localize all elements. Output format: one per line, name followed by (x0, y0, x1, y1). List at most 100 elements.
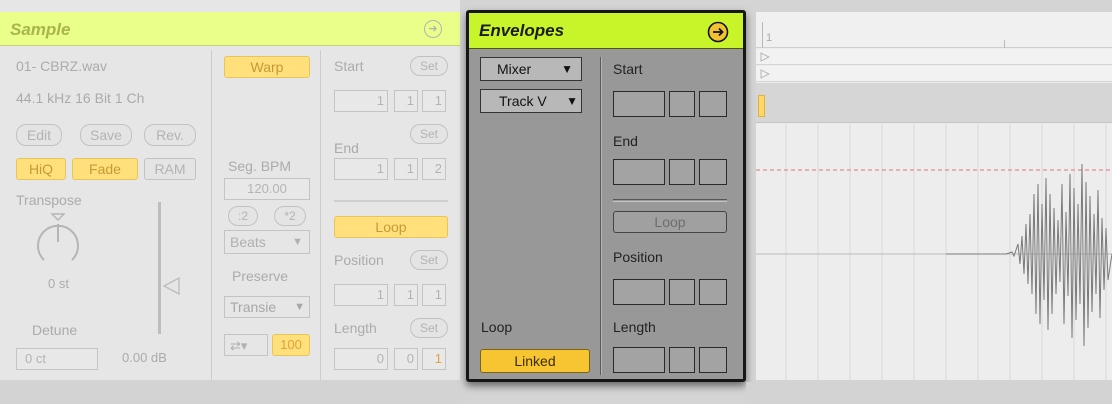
ruler-marker: 1 (766, 32, 773, 44)
double-tempo-button[interactable]: *2 (274, 206, 306, 226)
detune-label: Detune (32, 322, 78, 338)
save-button[interactable]: Save (80, 124, 132, 146)
sample-fileinfo: 44.1 kHz 16 Bit 1 Ch (16, 90, 145, 106)
envelope-start-label: Start (613, 61, 643, 77)
loop-marker-strip[interactable] (756, 66, 1112, 82)
hiq-button[interactable]: HiQ (16, 158, 66, 180)
ruler-tick (1004, 40, 1005, 48)
loop-brace-handle[interactable] (758, 95, 765, 117)
length-bar-field[interactable]: 0 (334, 348, 388, 370)
clip-ruler[interactable]: 1 (756, 12, 1112, 48)
sample-loop-divider (334, 200, 448, 202)
fade-button[interactable]: Fade (72, 158, 138, 180)
envelope-position-label: Position (613, 249, 663, 265)
end-beat-field[interactable]: 1 (394, 158, 418, 180)
rev-button[interactable]: Rev. (144, 124, 196, 146)
sample-bottom-bar (0, 380, 460, 404)
edit-button[interactable]: Edit (16, 124, 62, 146)
end-sixteenth-field[interactable]: 2 (422, 158, 446, 180)
chevron-down-icon: ▼ (294, 301, 305, 313)
envelope-start-bar-field[interactable] (613, 91, 665, 117)
envelopes-header-arrow-icon[interactable] (707, 21, 729, 43)
envelope-start-sixteenth-field[interactable] (699, 91, 727, 117)
sample-header-arrow-icon[interactable]: ➜ (424, 20, 442, 38)
loop-marker-icon[interactable] (760, 69, 770, 79)
envelope-length-label: Length (613, 319, 656, 335)
envelope-length-bar-field[interactable] (613, 347, 665, 373)
warp-button[interactable]: Warp (224, 56, 310, 78)
device-chooser-value: Mixer (497, 61, 532, 77)
loop-mode-dropdown[interactable]: ⇄▾ (224, 334, 268, 356)
detune-field[interactable]: 0 ct (16, 348, 98, 370)
volume-slider-track[interactable] (158, 202, 161, 334)
linked-button[interactable]: Linked (480, 349, 590, 373)
waveform-display[interactable] (756, 124, 1112, 380)
start-marker-strip[interactable] (756, 49, 1112, 65)
envelope-end-beat-field[interactable] (669, 159, 695, 185)
transient-envelope-field[interactable]: 100 (272, 334, 310, 356)
position-sixteenth-field[interactable]: 1 (422, 284, 446, 306)
envelope-start-beat-field[interactable] (669, 91, 695, 117)
seg-bpm-value: 120.00 (247, 181, 287, 196)
transpose-knob[interactable] (30, 210, 86, 270)
sample-divider-2 (320, 50, 321, 380)
control-chooser-dropdown[interactable]: Track V ▼ (480, 89, 582, 113)
envelope-position-bar-field[interactable] (613, 279, 665, 305)
start-beat-field[interactable]: 1 (394, 90, 418, 112)
start-label: Start (334, 58, 364, 74)
end-bar-field[interactable]: 1 (334, 158, 388, 180)
length-sixteenth-field[interactable]: 1 (422, 348, 446, 370)
control-chooser-value: Track V (499, 93, 547, 109)
start-set-button[interactable]: Set (410, 56, 448, 76)
detune-value: 0 ct (25, 351, 46, 366)
start-sixteenth-field[interactable]: 1 (422, 90, 446, 112)
start-marker-icon[interactable] (760, 52, 770, 62)
envelope-length-sixteenth-field[interactable] (699, 347, 727, 373)
length-set-button[interactable]: Set (410, 318, 448, 338)
envelopes-divider (600, 57, 602, 375)
loop-mode-icon: ⇄▾ (230, 338, 248, 353)
sample-filename: 01- CBRZ.wav (16, 58, 108, 74)
sample-header[interactable]: Sample (0, 12, 460, 46)
device-chooser-dropdown[interactable]: Mixer ▼ (480, 57, 582, 81)
envelopes-title: Envelopes (479, 21, 565, 40)
envelope-end-sixteenth-field[interactable] (699, 159, 727, 185)
preserve-dropdown[interactable]: Transie ▼ (224, 296, 310, 318)
length-beat-field[interactable]: 0 (394, 348, 418, 370)
sample-panel: Sample ➜ 01- CBRZ.wav 44.1 kHz 16 Bit 1 … (0, 0, 460, 404)
sample-title: Sample (10, 20, 71, 39)
ram-button[interactable]: RAM (144, 158, 196, 180)
position-label: Position (334, 252, 384, 268)
envelope-loop-label: Loop (481, 319, 513, 335)
sample-loop-button[interactable]: Loop (334, 216, 448, 238)
envelope-position-beat-field[interactable] (669, 279, 695, 305)
envelope-end-bar-field[interactable] (613, 159, 665, 185)
seg-bpm-label: Seg. BPM (228, 158, 292, 174)
end-set-button[interactable]: Set (410, 124, 448, 144)
position-beat-field[interactable]: 1 (394, 284, 418, 306)
preserve-value: Transie (230, 299, 277, 315)
chevron-down-icon: ▼ (566, 94, 578, 108)
position-bar-field[interactable]: 1 (334, 284, 388, 306)
end-label: End (334, 140, 359, 156)
transpose-value: 0 st (48, 276, 69, 291)
loop-brace-strip[interactable] (756, 83, 1112, 123)
envelope-position-sixteenth-field[interactable] (699, 279, 727, 305)
envelope-length-beat-field[interactable] (669, 347, 695, 373)
warp-mode-dropdown[interactable]: Beats ▼ (224, 230, 310, 254)
envelopes-header[interactable]: Envelopes (469, 13, 743, 49)
envelope-end-label: End (613, 133, 638, 149)
half-tempo-button[interactable]: :2 (228, 206, 258, 226)
ruler-tick (762, 22, 763, 48)
clip-view[interactable]: 1 (756, 12, 1112, 380)
position-set-button[interactable]: Set (410, 250, 448, 270)
start-bar-field[interactable]: 1 (334, 90, 388, 112)
chevron-down-icon: ▼ (561, 62, 573, 76)
seg-bpm-field[interactable]: 120.00 (224, 178, 310, 200)
sample-divider-1 (211, 50, 212, 380)
envelope-loop-divider (613, 199, 727, 202)
length-label: Length (334, 320, 377, 336)
gain-value: 0.00 dB (122, 350, 167, 365)
volume-slider-handle-icon[interactable] (162, 276, 180, 296)
envelope-loop-button[interactable]: Loop (613, 211, 727, 233)
